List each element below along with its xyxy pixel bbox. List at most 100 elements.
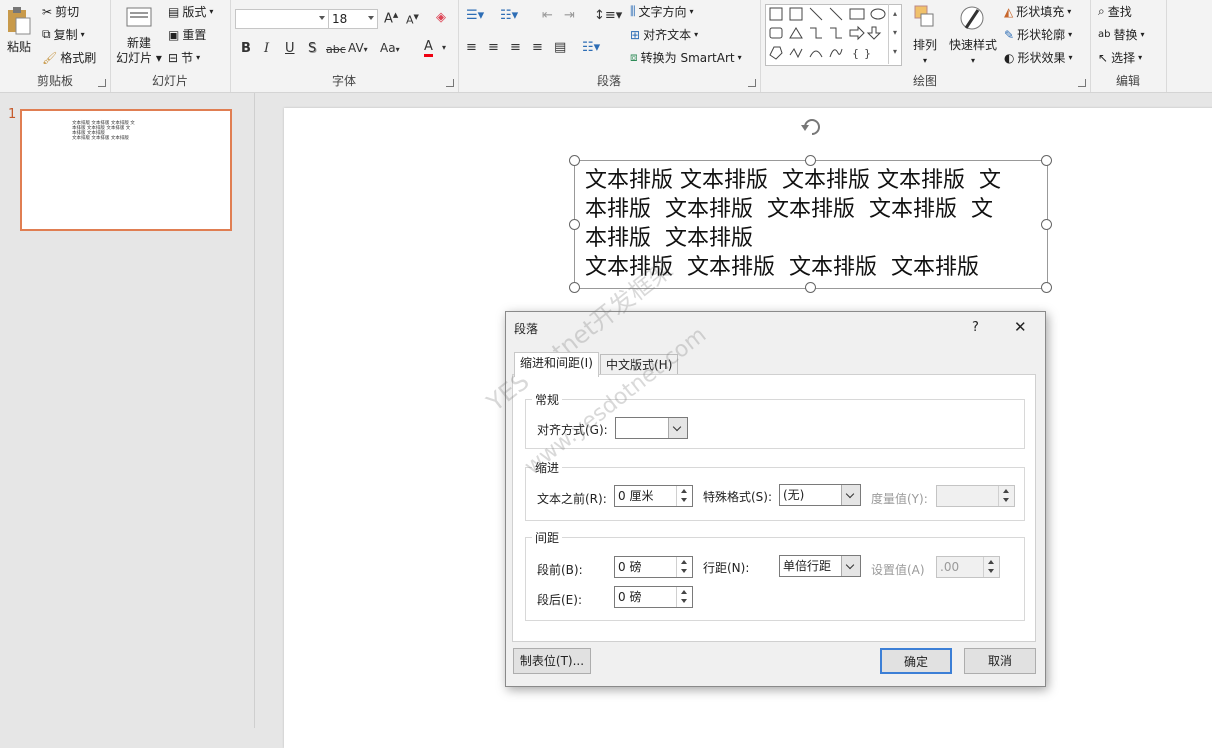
shapes-gallery[interactable]: {} (765, 4, 902, 66)
before-spacing-label: 段前(B): (537, 563, 583, 577)
align-right-icon[interactable]: ≡ (510, 40, 521, 55)
align-center-icon[interactable]: ≡ (488, 40, 499, 55)
tabs-button[interactable]: 制表位(T)... (513, 648, 591, 674)
rotate-handle-icon[interactable] (799, 114, 825, 140)
line-spacing-icon[interactable]: ↕≡▾ (594, 8, 622, 23)
shape-fill-button[interactable]: ◭ 形状填充 ▾ (1004, 3, 1071, 20)
resize-handle[interactable] (569, 155, 580, 166)
text-direction-button[interactable]: ⫼ 文字方向 ▾ (630, 3, 694, 20)
by-spinner[interactable] (936, 485, 1015, 507)
paste-button[interactable]: 粘贴 (4, 6, 34, 55)
spinner-arrows-icon[interactable] (676, 557, 692, 577)
shrink-font-button[interactable]: A▼ (406, 13, 419, 27)
format-painter-button[interactable]: 🖌 格式刷 (42, 49, 96, 66)
by-label: 度量值(Y): (871, 492, 928, 506)
bold-button[interactable]: B (241, 41, 251, 56)
italic-button[interactable]: I (264, 41, 269, 56)
help-button[interactable]: ? (972, 320, 979, 335)
shadow-button[interactable]: S (308, 41, 316, 56)
font-launcher-icon[interactable] (446, 79, 454, 87)
before-text-spinner[interactable]: 0 厘米 (614, 485, 693, 507)
after-spacing-spinner[interactable]: 0 磅 (614, 586, 693, 608)
at-spinner[interactable]: .00 (936, 556, 1000, 578)
editing-group: ⌕ 查找 ab 替换 ▾ ↖ 选择 ▾ 编辑 (1090, 0, 1167, 92)
bullets-icon[interactable]: ☰▾ (466, 8, 484, 23)
cut-button[interactable]: ✂ 剪切 (42, 3, 79, 20)
change-case-button[interactable]: Aa▾ (380, 41, 400, 55)
alignment-select[interactable] (615, 417, 688, 439)
layout-button[interactable]: ▤ 版式 ▾ (168, 3, 213, 20)
indent-legend: 缩进 (532, 459, 563, 476)
font-color-dropdown-icon[interactable]: ▾ (442, 43, 446, 52)
spinner-arrows-icon[interactable] (676, 486, 692, 506)
resize-handle[interactable] (805, 155, 816, 166)
clear-format-icon[interactable]: ◈ (436, 10, 446, 25)
shape-outline-button[interactable]: ✎ 形状轮廓 ▾ (1004, 26, 1072, 43)
columns-icon[interactable]: ☷▾ (582, 40, 600, 55)
underline-button[interactable]: U (285, 41, 295, 56)
align-left-icon[interactable]: ≡ (466, 40, 477, 55)
reset-icon: ▣ (168, 27, 180, 42)
cancel-button[interactable]: 取消 (964, 648, 1036, 674)
tab-indent-spacing[interactable]: 缩进和间距(I) (514, 352, 599, 377)
ok-button[interactable]: 确定 (880, 648, 952, 674)
arrange-button[interactable]: 排列 ▾ (906, 4, 944, 68)
quick-styles-icon (960, 6, 984, 30)
distributed-icon[interactable]: ▤ (554, 40, 566, 55)
spacing-legend: 间距 (532, 529, 563, 546)
strikethrough-button[interactable]: abc (326, 43, 346, 56)
alignment-label: 对齐方式(G): (537, 423, 608, 437)
spinner-arrows-icon[interactable] (998, 486, 1014, 506)
font-color-button[interactable]: A (424, 40, 433, 57)
find-button[interactable]: ⌕ 查找 (1098, 3, 1132, 20)
special-select[interactable]: (无) (779, 484, 861, 506)
clipboard-launcher-icon[interactable] (98, 79, 106, 87)
replace-button[interactable]: ab 替换 ▾ (1098, 26, 1145, 43)
spinner-arrows-icon[interactable] (983, 557, 999, 577)
increase-indent-icon[interactable]: ⇥ (564, 8, 575, 23)
section-button[interactable]: ⊟ 节 ▾ (168, 49, 200, 66)
convert-smartart-button[interactable]: ⧈ 转换为 SmartArt ▾ (630, 49, 742, 66)
resize-handle[interactable] (569, 282, 580, 293)
before-spacing-spinner[interactable]: 0 磅 (614, 556, 693, 578)
arrange-icon (914, 5, 934, 27)
shape-effects-button[interactable]: ◐ 形状效果 ▾ (1004, 49, 1073, 66)
drawing-launcher-icon[interactable] (1078, 79, 1086, 87)
font-label: 字体 (331, 74, 356, 88)
at-label: 设置值(A) (871, 563, 925, 577)
resize-handle[interactable] (569, 219, 580, 230)
replace-icon: ab (1098, 29, 1111, 40)
numbering-icon[interactable]: ☷▾ (500, 8, 518, 23)
pen-icon: ✎ (1004, 27, 1015, 42)
paragraph-launcher-icon[interactable] (748, 79, 756, 87)
line-spacing-select[interactable]: 单倍行距 (779, 555, 861, 577)
spacing-section: 间距 (525, 529, 1025, 621)
justify-icon[interactable]: ≡ (532, 40, 543, 55)
smartart-icon: ⧈ (630, 50, 638, 64)
quick-styles-button[interactable]: 快速样式 ▾ (947, 4, 999, 68)
copy-button[interactable]: ⧉ 复制 ▾ (42, 26, 85, 43)
align-text-button[interactable]: ⊞ 对齐文本 ▾ (630, 26, 698, 43)
reset-button[interactable]: ▣ 重置 (168, 26, 206, 43)
tab-chinese-typography[interactable]: 中文版式(H) (600, 354, 679, 375)
select-button[interactable]: ↖ 选择 ▾ (1098, 49, 1142, 66)
close-button[interactable]: ✕ (1014, 318, 1027, 336)
font-name-select[interactable] (235, 9, 329, 29)
font-size-select[interactable]: 18 (328, 9, 378, 29)
drawing-label: 绘图 (912, 74, 937, 88)
special-label: 特殊格式(S): (703, 490, 773, 504)
slide-number: 1 (8, 107, 17, 122)
resize-handle[interactable] (1041, 155, 1052, 166)
new-slide-button[interactable]: 新建 幻灯片 ▾ (114, 4, 164, 66)
slide-thumbnail[interactable]: 文本排版 文本排版 文本排版 文 本排版 文本排版 文本排版 文 本排版 文本排… (20, 109, 232, 231)
text-box-content[interactable]: 文本排版 文本排版 文本排版 文本排版 文 本排版 文本排版 文本排版 文本排版… (585, 166, 1043, 282)
char-spacing-button[interactable]: AV▾ (348, 41, 368, 55)
spinner-arrows-icon[interactable] (676, 587, 692, 607)
resize-handle[interactable] (805, 282, 816, 293)
gallery-scroll[interactable]: ▴ ▾ ▾ (888, 4, 901, 64)
decrease-indent-icon[interactable]: ⇤ (542, 8, 553, 23)
grow-font-button[interactable]: A▲ (384, 11, 398, 26)
after-spacing-label: 段后(E): (537, 593, 582, 607)
resize-handle[interactable] (1041, 282, 1052, 293)
chevron-down-icon (841, 485, 860, 505)
